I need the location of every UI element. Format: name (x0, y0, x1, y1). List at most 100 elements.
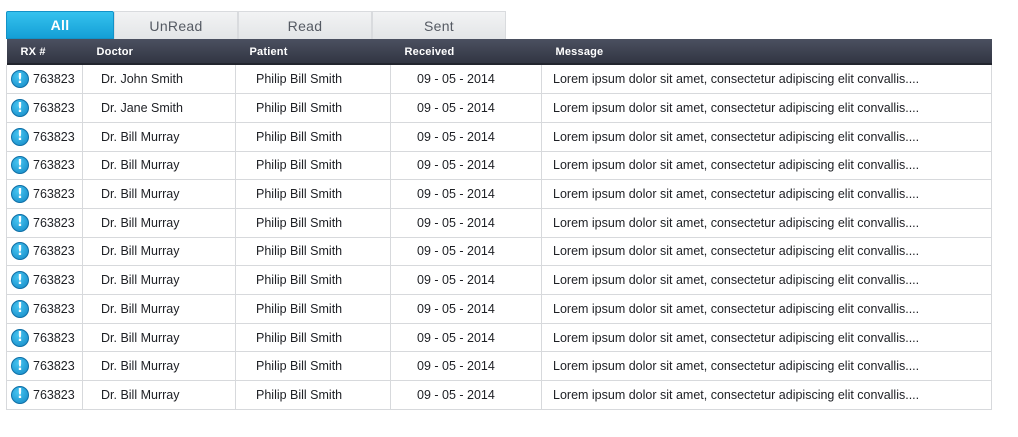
rx-number: 763823 (33, 330, 75, 345)
rx-number: 763823 (33, 72, 75, 87)
alert-exclamation-icon[interactable]: ! (11, 127, 29, 146)
rx-number: 763823 (33, 301, 75, 316)
doctor-cell: Dr. John Smith (82, 65, 236, 95)
message-cell: Lorem ipsum dolor sit amet, consectetur … (541, 65, 992, 95)
message-cell: Lorem ipsum dolor sit amet, consectetur … (541, 351, 992, 382)
tab-all[interactable]: All (6, 11, 114, 39)
rx-cell: ! 763823 (6, 65, 83, 95)
rx-cell: ! 763823 (6, 122, 83, 152)
rx-number: 763823 (33, 244, 75, 259)
rx-number: 763823 (33, 273, 75, 288)
rx-cell: ! 763823 (6, 237, 83, 267)
column-header-patient[interactable]: Patient (236, 39, 391, 65)
rx-cell: ! 763823 (6, 208, 83, 238)
alert-exclamation-icon[interactable]: ! (11, 299, 29, 318)
patient-cell: Philip Bill Smith (235, 237, 391, 267)
doctor-cell: Dr. Bill Murray (82, 265, 236, 295)
message-cell: Lorem ipsum dolor sit amet, consectetur … (541, 179, 992, 209)
patient-cell: Philip Bill Smith (235, 151, 391, 181)
message-cell: Lorem ipsum dolor sit amet, consectetur … (541, 208, 992, 238)
received-cell: 09 - 05 - 2014 (390, 265, 542, 295)
doctor-cell: Dr. Jane Smith (82, 93, 236, 123)
message-cell: Lorem ipsum dolor sit amet, consectetur … (541, 380, 992, 410)
rx-cell: ! 763823 (6, 93, 83, 123)
column-header-doctor[interactable]: Doctor (83, 39, 236, 65)
doctor-cell: Dr. Bill Murray (82, 179, 236, 209)
table-row[interactable]: ! 763823 Dr. John Smith Philip Bill Smith 09… (6, 65, 992, 95)
rx-cell: ! 763823 (6, 294, 83, 324)
patient-cell: Philip Bill Smith (235, 179, 391, 209)
received-cell: 09 - 05 - 2014 (390, 151, 542, 181)
rx-cell: ! 763823 (6, 265, 83, 295)
patient-cell: Philip Bill Smith (235, 351, 391, 382)
message-cell: Lorem ipsum dolor sit amet, consectetur … (541, 122, 992, 152)
table-row[interactable]: ! 763823 Dr. Bill Murray Philip Bill Smith 0… (6, 294, 992, 324)
doctor-cell: Dr. Bill Murray (82, 323, 236, 353)
table-row[interactable]: ! 763823 Dr. Bill Murray Philip Bill Smith 0… (6, 351, 992, 382)
tab-read[interactable]: Read (238, 11, 372, 39)
message-cell: Lorem ipsum dolor sit amet, consectetur … (541, 323, 992, 353)
received-cell: 09 - 05 - 2014 (390, 179, 542, 209)
message-cell: Lorem ipsum dolor sit amet, consectetur … (541, 237, 992, 267)
doctor-cell: Dr. Bill Murray (82, 351, 236, 382)
received-cell: 09 - 05 - 2014 (390, 237, 542, 267)
column-header-received[interactable]: Received (391, 39, 542, 65)
rx-number: 763823 (33, 387, 75, 402)
message-cell: Lorem ipsum dolor sit amet, consectetur … (541, 265, 992, 295)
received-cell: 09 - 05 - 2014 (390, 294, 542, 324)
patient-cell: Philip Bill Smith (235, 208, 391, 238)
doctor-cell: Dr. Bill Murray (82, 237, 236, 267)
filter-tabs: All UnRead Read Sent (6, 11, 991, 39)
rx-cell: ! 763823 (6, 380, 83, 410)
table-row[interactable]: ! 763823 Dr. Bill Murray Philip Bill Smith 0… (6, 265, 992, 295)
alert-exclamation-icon[interactable]: ! (11, 185, 29, 204)
alert-exclamation-icon[interactable]: ! (11, 385, 29, 404)
rx-cell: ! 763823 (6, 151, 83, 181)
tab-unread[interactable]: UnRead (114, 11, 238, 39)
table-row[interactable]: ! 763823 Dr. Bill Murray Philip Bill Smith 0… (6, 237, 992, 267)
rx-number: 763823 (33, 129, 75, 144)
alert-exclamation-icon[interactable]: ! (11, 213, 29, 232)
doctor-cell: Dr. Bill Murray (82, 380, 236, 410)
alert-exclamation-icon[interactable]: ! (11, 357, 29, 376)
patient-cell: Philip Bill Smith (235, 122, 391, 152)
patient-cell: Philip Bill Smith (235, 380, 391, 410)
table-row[interactable]: ! 763823 Dr. Bill Murray Philip Bill Smith 0… (6, 151, 992, 181)
patient-cell: Philip Bill Smith (235, 265, 391, 295)
message-cell: Lorem ipsum dolor sit amet, consectetur … (541, 93, 992, 123)
received-cell: 09 - 05 - 2014 (390, 351, 542, 382)
rx-number: 763823 (33, 215, 75, 230)
doctor-cell: Dr. Bill Murray (82, 208, 236, 238)
message-cell: Lorem ipsum dolor sit amet, consectetur … (541, 151, 992, 181)
rx-number: 763823 (33, 187, 75, 202)
table-row[interactable]: ! 763823 Dr. Bill Murray Philip Bill Smith 0… (6, 122, 992, 152)
tab-sent[interactable]: Sent (372, 11, 506, 39)
table-row[interactable]: ! 763823 Dr. Jane Smith Philip Bill Smith 09… (6, 93, 992, 123)
table-row[interactable]: ! 763823 Dr. Bill Murray Philip Bill Smith 0… (6, 323, 992, 353)
alert-exclamation-icon[interactable]: ! (11, 242, 29, 261)
patient-cell: Philip Bill Smith (235, 294, 391, 324)
column-header-rx[interactable]: RX # (7, 39, 83, 65)
alert-exclamation-icon[interactable]: ! (11, 156, 29, 175)
received-cell: 09 - 05 - 2014 (390, 208, 542, 238)
rx-number: 763823 (33, 158, 75, 173)
alert-exclamation-icon[interactable]: ! (11, 99, 29, 118)
patient-cell: Philip Bill Smith (235, 323, 391, 353)
message-cell: Lorem ipsum dolor sit amet, consectetur … (541, 294, 992, 324)
patient-cell: Philip Bill Smith (235, 93, 391, 123)
table-row[interactable]: ! 763823 Dr. Bill Murray Philip Bill Smith 0… (6, 179, 992, 209)
rx-cell: ! 763823 (6, 323, 83, 353)
patient-cell: Philip Bill Smith (235, 65, 391, 95)
received-cell: 09 - 05 - 2014 (390, 122, 542, 152)
table-row[interactable]: ! 763823 Dr. Bill Murray Philip Bill Smith 0… (6, 380, 992, 410)
table-row[interactable]: ! 763823 Dr. Bill Murray Philip Bill Smith 0… (6, 208, 992, 238)
received-cell: 09 - 05 - 2014 (390, 323, 542, 353)
table-header-row: RX # Doctor Patient Received Message (6, 39, 992, 65)
alert-exclamation-icon[interactable]: ! (11, 328, 29, 347)
alert-exclamation-icon[interactable]: ! (11, 70, 29, 89)
doctor-cell: Dr. Bill Murray (82, 151, 236, 181)
received-cell: 09 - 05 - 2014 (390, 93, 542, 123)
column-header-message[interactable]: Message (542, 39, 992, 65)
alert-exclamation-icon[interactable]: ! (11, 271, 29, 290)
messages-table: RX # Doctor Patient Received Message ! 76… (6, 39, 992, 410)
